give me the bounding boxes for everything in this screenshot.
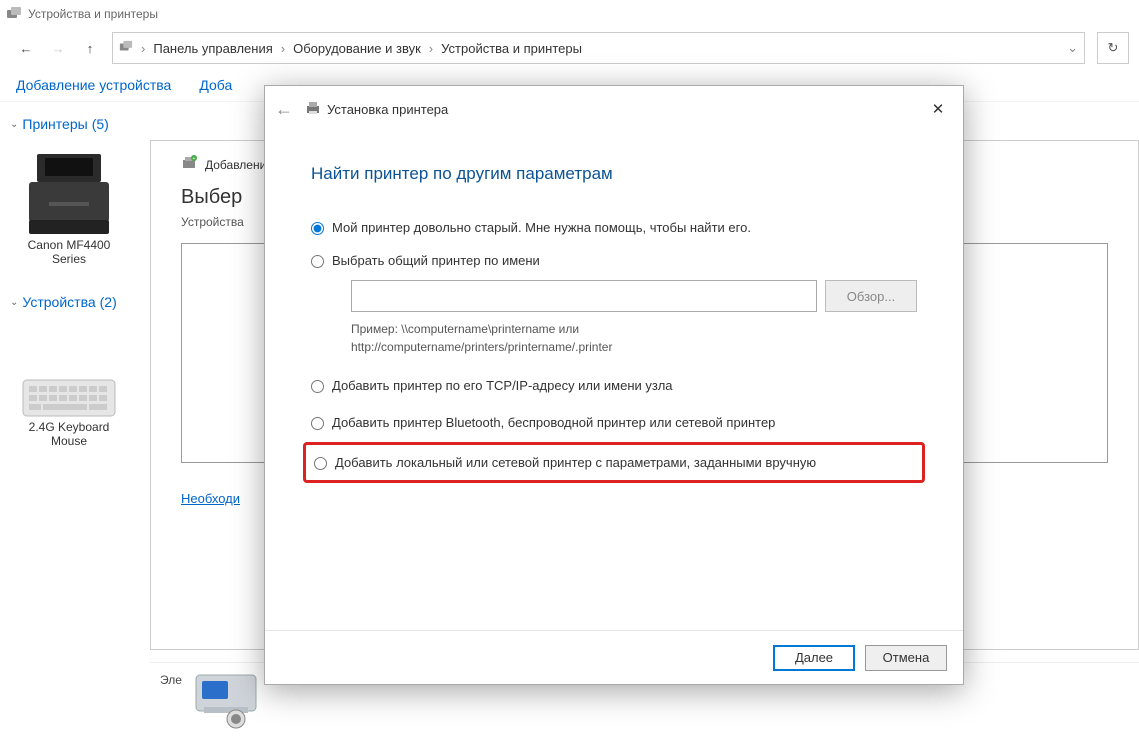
wizard-titlebar: ← Установка принтера ✕	[265, 86, 963, 132]
status-label: Эле	[160, 673, 182, 687]
chevron-down-icon: ⌄	[10, 297, 18, 308]
back-button[interactable]: ←	[16, 38, 36, 58]
highlight-annotation: Добавить локальный или сетевой принтер с…	[303, 442, 925, 483]
category-devices[interactable]: ⌄ Устройства (2)	[10, 294, 146, 310]
wizard-body: Найти принтер по другим параметрам Мой п…	[265, 132, 963, 483]
category-label: Устройства	[22, 294, 95, 310]
chevron-down-icon: ⌄	[10, 119, 18, 130]
up-button[interactable]: ↑	[80, 38, 100, 58]
radio-old-printer[interactable]: Мой принтер довольно старый. Мне нужна п…	[311, 214, 917, 241]
radio-bluetooth[interactable]: Добавить принтер Bluetooth, беспроводной…	[311, 409, 917, 436]
device-item-keyboard[interactable]: 2.4G Keyboard Mouse	[4, 320, 134, 464]
add-printer-link[interactable]: Доба	[199, 77, 232, 93]
radio-local-manual[interactable]: Добавить локальный или сетевой принтер с…	[306, 449, 916, 476]
radio-label: Добавить локальный или сетевой принтер с…	[335, 455, 816, 470]
browse-button[interactable]: Обзор...	[825, 280, 917, 312]
svg-text:+: +	[193, 156, 196, 162]
chevron-right-icon: ›	[281, 41, 285, 56]
shared-printer-input[interactable]	[351, 280, 817, 312]
devices-icon	[119, 40, 133, 57]
help-link[interactable]: Необходи	[181, 491, 240, 506]
device-label: Series	[52, 252, 86, 266]
radio-label: Мой принтер довольно старый. Мне нужна п…	[332, 220, 751, 235]
category-label: Принтеры	[22, 116, 87, 132]
breadcrumb-item[interactable]: Устройства и принтеры	[441, 41, 582, 56]
window-titlebar: Устройства и принтеры	[0, 0, 1139, 28]
breadcrumb-item[interactable]: Панель управления	[153, 41, 272, 56]
example-text: Пример: \\computername\printername или h…	[351, 320, 917, 356]
category-count: (5)	[92, 116, 109, 132]
radio-tcpip[interactable]: Добавить принтер по его TCP/IP-адресу ил…	[311, 372, 917, 399]
chevron-right-icon: ›	[141, 41, 145, 56]
radio-input[interactable]	[311, 222, 324, 235]
next-button[interactable]: Далее	[773, 645, 855, 671]
radio-input[interactable]	[314, 457, 327, 470]
forward-button[interactable]: →	[48, 38, 68, 58]
category-count: (2)	[100, 294, 117, 310]
radio-label: Добавить принтер по его TCP/IP-адресу ил…	[332, 378, 673, 393]
wizard-footer: Далее Отмена	[265, 630, 963, 684]
navigation-bar: ← → ↑ › Панель управления › Оборудование…	[0, 28, 1139, 68]
device-label: 2.4G Keyboard	[29, 420, 110, 434]
cancel-button[interactable]: Отмена	[865, 645, 947, 671]
breadcrumb-item[interactable]: Оборудование и звук	[293, 41, 421, 56]
wizard-back-button[interactable]: ←	[275, 99, 299, 120]
add-printer-wizard: ← Установка принтера ✕ Найти принтер по …	[264, 85, 964, 685]
window-title: Устройства и принтеры	[28, 7, 158, 21]
scanner-icon	[192, 667, 262, 729]
add-device-link[interactable]: Добавление устройства	[16, 77, 171, 93]
device-label: Canon MF4400	[28, 238, 111, 252]
refresh-button[interactable]: ↻	[1097, 32, 1129, 64]
radio-input[interactable]	[311, 255, 324, 268]
example-line: http://computername/printers/printername…	[351, 338, 917, 356]
wizard-heading: Найти принтер по другим параметрам	[311, 164, 917, 184]
devices-icon	[6, 6, 22, 22]
wizard-title: Установка принтера	[327, 102, 448, 117]
printer-add-icon: +	[181, 155, 197, 174]
panel-header: Добавление	[205, 158, 273, 172]
chevron-down-icon[interactable]: ⌄	[1067, 40, 1078, 56]
radio-label: Выбрать общий принтер по имени	[332, 253, 540, 268]
device-item-canon[interactable]: Canon MF4400 Series	[4, 142, 134, 282]
close-button[interactable]: ✕	[923, 94, 953, 124]
chevron-right-icon: ›	[429, 41, 433, 56]
radio-input[interactable]	[311, 417, 324, 430]
category-printers[interactable]: ⌄ Принтеры (5)	[10, 116, 146, 132]
example-line: Пример: \\computername\printername или	[351, 320, 917, 338]
printer-icon	[305, 100, 321, 119]
printer-icon	[19, 148, 119, 238]
keyboard-icon	[21, 368, 117, 420]
radio-label: Добавить принтер Bluetooth, беспроводной…	[332, 415, 775, 430]
address-bar[interactable]: › Панель управления › Оборудование и зву…	[112, 32, 1085, 64]
radio-input[interactable]	[311, 380, 324, 393]
device-sidebar: ⌄ Принтеры (5) Canon MF4400 Series ⌄ Уст…	[0, 102, 150, 740]
radio-shared-by-name[interactable]: Выбрать общий принтер по имени	[311, 247, 917, 274]
device-label: Mouse	[51, 434, 87, 448]
